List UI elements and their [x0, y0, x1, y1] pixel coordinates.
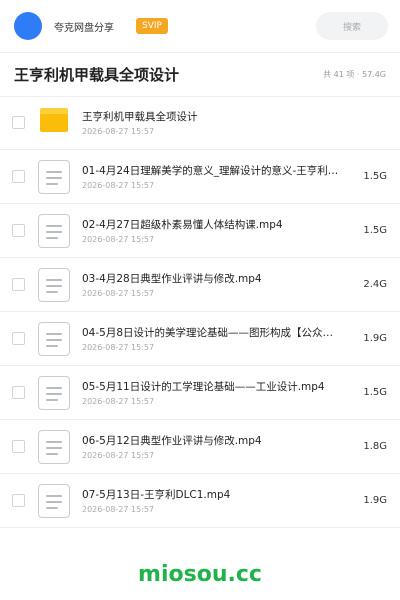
file-icon	[38, 322, 70, 356]
file-size: 1.5G	[363, 171, 387, 182]
file-icon	[38, 268, 70, 302]
file-list: 王亨利机甲载具全项设计 2026-08-27 15:57 01-4月24日理解美…	[0, 96, 400, 528]
file-icon	[38, 430, 70, 464]
file-name[interactable]: 07-5月13日-王亨利DLC1.mp4	[82, 488, 342, 502]
file-name[interactable]: 06-5月12日典型作业评讲与修改.mp4	[82, 434, 342, 448]
file-size: 1.8G	[363, 441, 387, 452]
folder-summary: 共 41 项 · 57.4G	[323, 70, 386, 79]
file-date: 2026-08-27 15:57	[82, 235, 155, 244]
file-date: 2026-08-27 15:57	[82, 505, 155, 514]
select-checkbox[interactable]	[12, 386, 25, 399]
file-date: 2026-08-27 15:57	[82, 127, 155, 136]
file-size: 1.9G	[363, 333, 387, 344]
folder-title-bar: 王亨利机甲载具全项设计 共 41 项 · 57.4G	[0, 53, 400, 97]
select-checkbox[interactable]	[12, 170, 25, 183]
file-size: 2.4G	[363, 279, 387, 290]
file-date: 2026-08-27 15:57	[82, 451, 155, 460]
top-header: 夸克网盘分享 SVIP 搜索	[0, 0, 400, 52]
list-item[interactable]: 王亨利机甲载具全项设计 2026-08-27 15:57	[0, 96, 400, 150]
folder-icon	[40, 108, 68, 132]
file-size: 1.5G	[363, 225, 387, 236]
file-name[interactable]: 01-4月24日理解美学的意义_理解设计的意义-王亨利机甲载具全项设计.mp4	[82, 164, 342, 178]
file-name[interactable]: 04-5月8日设计的美学理论基础——图形构成【公众号】.mp4	[82, 326, 342, 340]
watermark-logo: miosou.cc	[138, 562, 262, 587]
file-size: 1.5G	[363, 387, 387, 398]
list-item[interactable]: 02-4月27日超级朴素易懂人体结构课.mp4 2026-08-27 15:57…	[0, 204, 400, 258]
list-item[interactable]: 04-5月8日设计的美学理论基础——图形构成【公众号】.mp4 2026-08-…	[0, 312, 400, 366]
file-icon	[38, 484, 70, 518]
file-name[interactable]: 02-4月27日超级朴素易懂人体结构课.mp4	[82, 218, 342, 232]
select-checkbox[interactable]	[12, 440, 25, 453]
file-name[interactable]: 05-5月11日设计的工学理论基础——工业设计.mp4	[82, 380, 342, 394]
select-checkbox[interactable]	[12, 332, 25, 345]
select-checkbox[interactable]	[12, 278, 25, 291]
list-item[interactable]: 01-4月24日理解美学的意义_理解设计的意义-王亨利机甲载具全项设计.mp4 …	[0, 150, 400, 204]
list-item[interactable]: 03-4月28日典型作业评讲与修改.mp4 2026-08-27 15:57 2…	[0, 258, 400, 312]
list-item[interactable]: 06-5月12日典型作业评讲与修改.mp4 2026-08-27 15:57 1…	[0, 420, 400, 474]
select-checkbox[interactable]	[12, 224, 25, 237]
avatar[interactable]	[14, 12, 42, 40]
page-title: 王亨利机甲载具全项设计	[14, 66, 180, 84]
file-name[interactable]: 王亨利机甲载具全项设计	[82, 110, 342, 124]
file-icon	[38, 214, 70, 248]
select-checkbox[interactable]	[12, 116, 25, 129]
file-icon	[38, 376, 70, 410]
file-date: 2026-08-27 15:57	[82, 289, 155, 298]
user-name[interactable]: 夸克网盘分享	[54, 19, 114, 34]
svip-badge: SVIP	[136, 18, 168, 34]
file-name[interactable]: 03-4月28日典型作业评讲与修改.mp4	[82, 272, 342, 286]
file-icon	[38, 160, 70, 194]
file-size: 1.9G	[363, 495, 387, 506]
file-date: 2026-08-27 15:57	[82, 397, 155, 406]
file-date: 2026-08-27 15:57	[82, 181, 155, 190]
file-date: 2026-08-27 15:57	[82, 343, 155, 352]
search-button[interactable]: 搜索	[316, 12, 388, 40]
list-item[interactable]: 07-5月13日-王亨利DLC1.mp4 2026-08-27 15:57 1.…	[0, 474, 400, 528]
select-checkbox[interactable]	[12, 494, 25, 507]
list-item[interactable]: 05-5月11日设计的工学理论基础——工业设计.mp4 2026-08-27 1…	[0, 366, 400, 420]
